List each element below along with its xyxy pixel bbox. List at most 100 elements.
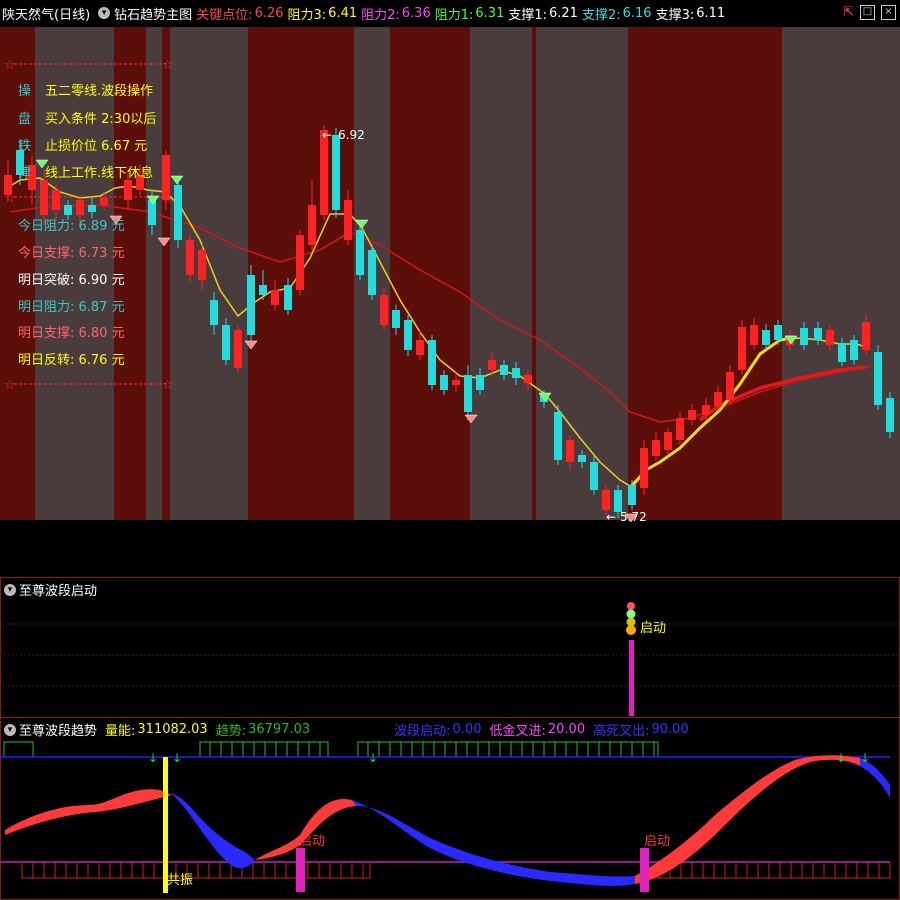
candle-body xyxy=(886,398,894,432)
rule-row: 铁止损价位 6.67 元 xyxy=(18,135,147,154)
candle-body xyxy=(762,330,770,345)
rule-text: 线上工作.线下休息 xyxy=(45,166,154,181)
star-icon: ☆ xyxy=(4,58,16,73)
candle-body xyxy=(174,185,182,240)
candle-body xyxy=(578,455,586,462)
candle-body xyxy=(344,200,352,240)
candle-body xyxy=(628,485,636,505)
candle-body xyxy=(404,320,412,350)
signal-dot xyxy=(627,602,635,610)
high-cross-value: 90.00 xyxy=(651,722,689,737)
high-price-label: 6.92 xyxy=(338,128,365,142)
bg-red-stripe xyxy=(390,27,470,520)
high-cross-label: 高死叉出: xyxy=(593,724,650,739)
red-ribbon xyxy=(255,799,356,860)
candle-body xyxy=(640,448,648,488)
candle-body xyxy=(428,340,436,385)
candle-body xyxy=(368,250,376,295)
candle-body xyxy=(234,330,242,368)
candle-body xyxy=(814,328,822,340)
star-icon: ☆ xyxy=(4,378,16,393)
candle-body xyxy=(838,343,846,362)
rule-char: 铁 xyxy=(18,139,32,154)
level-today-resistance: 今日阻力: 6.89 元 xyxy=(18,219,125,234)
panel3-border xyxy=(0,717,900,900)
rule-char: 操 xyxy=(18,84,32,99)
candle-body xyxy=(476,375,484,390)
candle-body xyxy=(664,432,672,450)
candle-body xyxy=(800,328,808,345)
candle-body xyxy=(874,352,882,405)
candle-body xyxy=(602,490,610,510)
start-label-2: 启动 xyxy=(644,834,670,849)
candle-body xyxy=(52,190,60,210)
candle-body xyxy=(862,322,870,350)
candle-body xyxy=(512,368,520,378)
wave-value: 0.00 xyxy=(452,722,482,737)
candle-body xyxy=(440,375,448,390)
candle-body xyxy=(148,200,156,225)
red-ticks xyxy=(32,862,880,878)
candle-body xyxy=(64,205,72,215)
candle-body xyxy=(416,340,424,355)
candle-body xyxy=(392,310,400,328)
panel2-dropdown-icon[interactable]: ▾ xyxy=(4,583,16,596)
level-tomorrow-reversal: 明日反转: 6.76 元 xyxy=(18,353,125,368)
candle-body xyxy=(308,205,316,245)
candle-body xyxy=(488,360,496,370)
green-bracket-line xyxy=(357,741,659,757)
candle-body xyxy=(284,285,292,310)
candle-body xyxy=(738,327,746,370)
rule-text: 买入条件 2:30以后 xyxy=(45,112,157,127)
low-cross-label: 低金叉进: xyxy=(489,724,546,739)
trend-value: 36797.03 xyxy=(248,722,311,737)
down-arrow-icon: ↓ xyxy=(836,751,846,765)
panel2-title-bar: ▾ 至尊波段启动 xyxy=(0,580,97,599)
start-signal-label: 启动 xyxy=(640,621,666,636)
rule-char: 律 xyxy=(18,166,32,181)
candle-body xyxy=(4,175,12,195)
resonance-label: 共振 xyxy=(167,873,193,888)
bg-red-stripe xyxy=(162,27,170,520)
candle-body xyxy=(222,325,230,360)
candle-body xyxy=(726,372,734,400)
arrow-icon: ← xyxy=(606,510,616,524)
candle-body xyxy=(162,155,170,200)
candle-body xyxy=(210,300,218,325)
candle-body xyxy=(259,285,267,295)
candle-body xyxy=(198,250,206,280)
energy-label: 量能: xyxy=(105,724,136,739)
panel3-dropdown-icon[interactable]: ▾ xyxy=(4,723,16,736)
candle-body xyxy=(614,490,622,512)
candle-body xyxy=(750,325,758,345)
candle-body xyxy=(186,240,194,275)
candle-body xyxy=(774,325,782,340)
candle-body xyxy=(296,235,304,290)
candle-body xyxy=(380,295,388,325)
candle-body xyxy=(676,418,684,440)
candle-body xyxy=(320,130,328,215)
panel2-border xyxy=(0,577,900,718)
candle-body xyxy=(88,205,96,212)
bg-red-stripe xyxy=(532,27,536,520)
low-price-label: 5.72 xyxy=(620,510,647,524)
green-bracket-line xyxy=(3,741,34,757)
candle-body xyxy=(826,330,834,345)
green-ticks xyxy=(209,742,655,757)
rule-text: 止损价位 6.67 元 xyxy=(45,139,148,154)
bg-red-stripe xyxy=(628,27,782,520)
candle-body xyxy=(40,180,48,215)
blue-ribbon xyxy=(352,800,635,886)
start-bar xyxy=(296,848,305,892)
start-label-1: 启动 xyxy=(299,834,325,849)
rule-char: 盘 xyxy=(18,112,32,127)
candle-body xyxy=(652,440,660,456)
level-tomorrow-resistance: 明日阻力: 6.87 元 xyxy=(18,300,125,315)
candle-body xyxy=(566,440,574,462)
panel2-title[interactable]: 至尊波段启动 xyxy=(19,580,97,599)
arrow-icon: ← xyxy=(322,128,332,142)
panel3-title[interactable]: 至尊波段趋势 xyxy=(19,720,97,739)
rule-row: 盘买入条件 2:30以后 xyxy=(18,108,156,127)
trend-label: 趋势: xyxy=(215,724,247,739)
level-today-support: 今日支撑: 6.73 元 xyxy=(18,246,125,261)
